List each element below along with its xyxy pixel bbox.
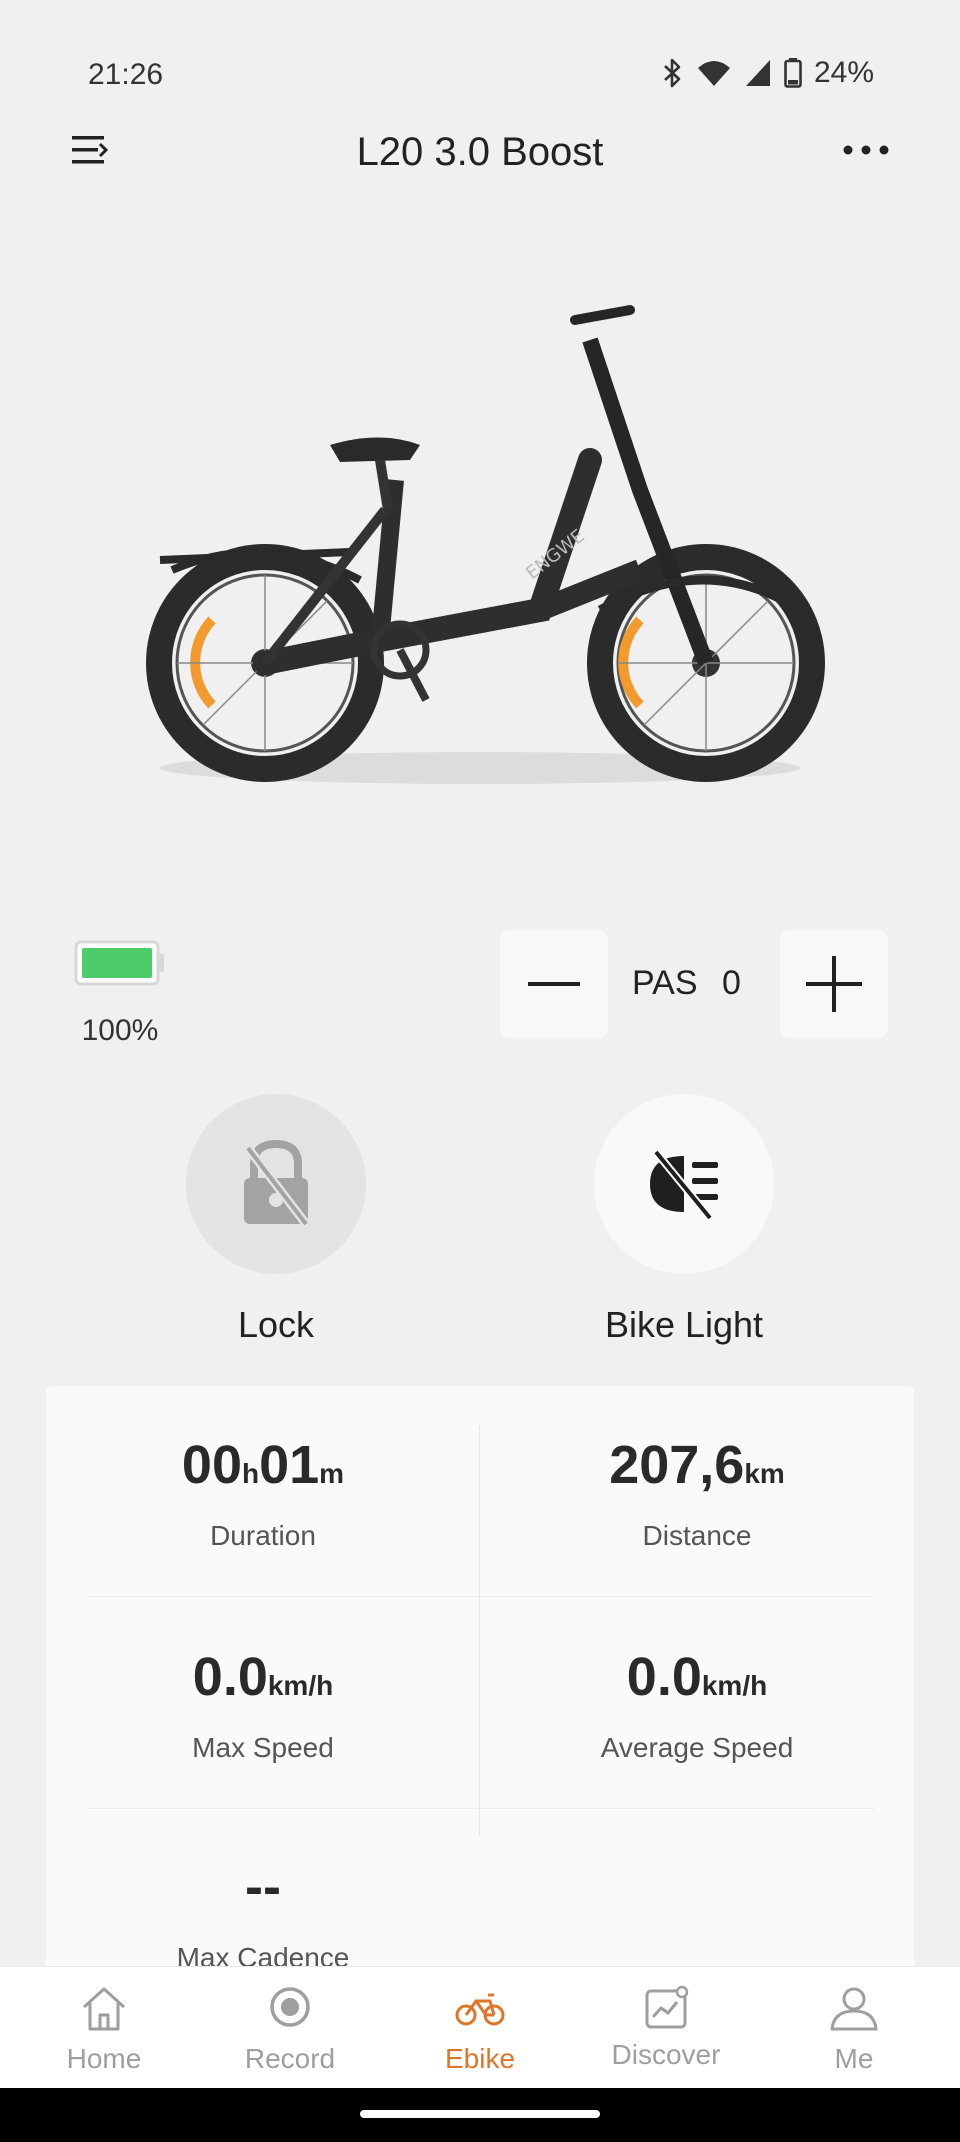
home-icon [82,1987,126,2031]
stats-divider-2 [88,1808,874,1809]
duration-hours: 00 [181,1435,242,1495]
duration-minutes: 01 [259,1435,320,1495]
battery-icon [784,58,802,88]
page-title: L20 3.0 Boost [356,130,604,174]
wifi-icon [697,61,730,86]
battery-indicator [74,940,164,986]
user-icon [830,1987,878,2031]
status-icons: 24% [662,56,874,90]
pas-increase-button[interactable] [780,930,888,1038]
headlight-off-icon [650,1149,718,1221]
status-time: 21:26 [88,58,164,91]
nav-record-label: Record [244,2043,336,2074]
max-cadence-value: -- [245,1857,281,1917]
minus-icon [528,982,580,986]
lock-off-icon [244,1139,310,1227]
bike-light-button[interactable] [594,1094,774,1274]
bike-icon [455,1993,505,2026]
status-bar: 21:26 24% [0,0,960,120]
bluetooth-icon [664,58,681,88]
pas-decrease-button[interactable] [500,930,608,1038]
discover-icon [645,1985,689,2029]
max-cadence-stat: -- Max Cadence [46,1856,480,1974]
average-speed-stat: 0.0km/h Average Speed [480,1646,914,1764]
average-speed-label: Average Speed [600,1732,794,1763]
stats-divider-1 [88,1596,874,1597]
average-speed-value: 0.0 [626,1647,702,1707]
stats-vertical-divider [479,1426,480,1836]
average-speed-unit: km/h [701,1670,768,1701]
bike-light-label: Bike Light [604,1304,764,1345]
nav-discover[interactable]: Discover [586,1967,746,2089]
battery-percent: 100% [81,1014,159,1047]
pas-value: 0 [722,964,741,1002]
pas-label: PAS [632,964,698,1002]
nav-home[interactable]: Home [24,1967,184,2089]
duration-minutes-unit: m [319,1458,345,1489]
bike-image: ENGWE [120,280,840,800]
lock-button[interactable] [186,1094,366,1274]
nav-discover-label: Discover [611,2039,721,2070]
battery-fill [82,948,152,978]
nav-record[interactable]: Record [210,1967,370,2089]
more-button[interactable] [836,130,896,170]
duration-stat: 00h01m Duration [46,1434,480,1552]
bottom-nav: Home Record Ebike Discover Me [0,1966,960,2088]
home-indicator[interactable] [360,2110,600,2118]
record-icon [270,1987,310,2027]
nav-home-label: Home [66,2043,142,2074]
distance-label: Distance [642,1520,752,1551]
nav-me[interactable]: Me [774,1967,934,2089]
status-battery-percent: 24% [813,56,874,89]
duration-hours-unit: h [241,1458,260,1489]
distance-unit: km [744,1458,785,1489]
max-speed-value: 0.0 [192,1647,268,1707]
plus-icon [806,956,862,1012]
signal-icon [745,60,770,86]
max-speed-label: Max Speed [192,1732,334,1763]
nav-ebike-label: Ebike [444,2043,516,2074]
lock-label: Lock [237,1304,315,1345]
nav-me-label: Me [834,2043,874,2074]
ride-stats-card: 00h01m Duration 207,6km Distance 0.0km/h… [46,1386,914,1986]
distance-value: 207,6 [609,1435,745,1495]
max-speed-unit: km/h [267,1670,334,1701]
max-speed-stat: 0.0km/h Max Speed [46,1646,480,1764]
distance-stat: 207,6km Distance [480,1434,914,1552]
more-icon [843,145,889,155]
nav-ebike[interactable]: Ebike [400,1967,560,2089]
duration-label: Duration [210,1520,316,1551]
